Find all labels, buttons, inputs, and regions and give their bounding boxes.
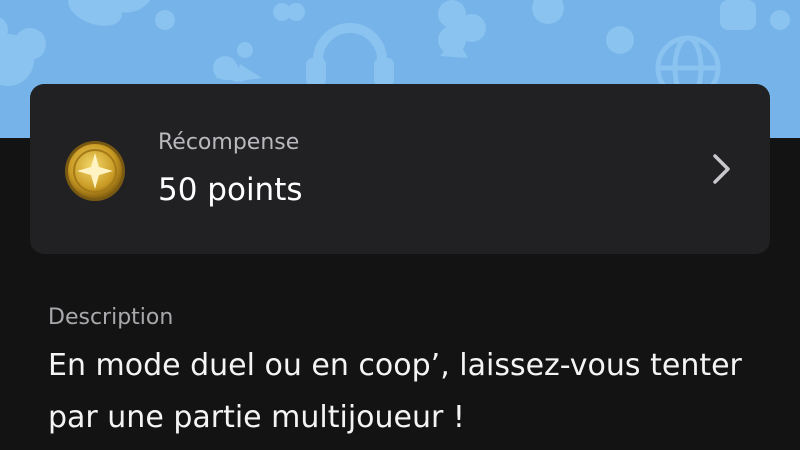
dot-icon	[237, 42, 253, 58]
reward-card[interactable]: Récompense 50 points	[30, 84, 770, 254]
puzzle-icon	[532, 0, 790, 54]
gold-star-coin-icon	[65, 141, 125, 201]
reward-label: Récompense	[158, 130, 300, 155]
reward-value: 50 points	[158, 172, 303, 208]
cloud-icon	[0, 17, 46, 86]
bunny-ears-icon	[68, 0, 152, 26]
heart-icon	[438, 0, 486, 58]
dot-icon	[155, 10, 175, 30]
heart-icon	[273, 3, 305, 21]
description-label: Description	[48, 305, 174, 330]
chevron-right-icon[interactable]	[710, 152, 734, 186]
headphones-icon	[306, 23, 394, 86]
description-text: En mode duel ou en coop’, laissez-vous t…	[48, 348, 742, 435]
